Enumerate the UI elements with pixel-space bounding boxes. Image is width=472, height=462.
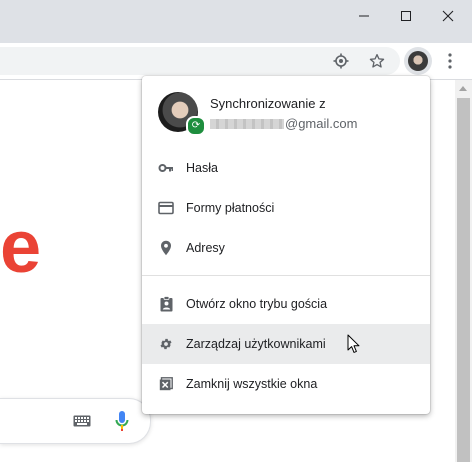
menu-separator xyxy=(142,275,430,276)
scrollbar-thumb[interactable] xyxy=(457,98,470,462)
more-vert-icon xyxy=(448,53,452,69)
location-pin-icon xyxy=(158,240,174,256)
menu-item-label: Hasła xyxy=(186,161,218,175)
gear-icon xyxy=(158,336,174,352)
mouse-cursor-icon xyxy=(347,334,360,353)
scroll-up-arrow-icon[interactable] xyxy=(459,86,467,91)
sync-email: @gmail.com xyxy=(210,116,357,131)
menu-item-addresses[interactable]: Adresy xyxy=(142,228,430,268)
minimize-button[interactable] xyxy=(342,0,386,32)
guest-badge-icon xyxy=(158,296,174,312)
maximize-icon xyxy=(401,11,411,21)
minimize-icon xyxy=(359,15,369,17)
key-icon xyxy=(158,160,174,176)
menu-item-manage-users[interactable]: Zarządzaj użytkownikami xyxy=(142,324,430,364)
menu-item-label: Adresy xyxy=(186,241,225,255)
menu-item-label: Zamknij wszystkie okna xyxy=(186,377,318,391)
bookmark-star-button[interactable] xyxy=(365,49,389,73)
email-domain: @gmail.com xyxy=(285,116,358,131)
avatar xyxy=(408,51,428,71)
browser-toolbar xyxy=(0,43,472,80)
sync-title: Synchronizowanie z xyxy=(210,96,326,111)
menu-item-passwords[interactable]: Hasła xyxy=(142,148,430,188)
menu-item-guest-window[interactable]: Otwórz okno trybu gościa xyxy=(142,284,430,324)
menu-item-payment-methods[interactable]: Formy płatności xyxy=(142,188,430,228)
location-target-icon xyxy=(333,53,349,69)
microphone-icon[interactable] xyxy=(115,410,129,437)
keyboard-icon[interactable] xyxy=(73,414,91,432)
close-button[interactable] xyxy=(426,0,470,32)
menu-item-label: Formy płatności xyxy=(186,201,275,215)
sync-icon: ⟳ xyxy=(186,116,206,136)
star-icon xyxy=(369,54,385,68)
more-menu-button[interactable] xyxy=(438,49,462,73)
close-window-icon xyxy=(158,376,174,392)
credit-card-icon xyxy=(158,200,174,216)
sync-header[interactable]: ⟳ Synchronizowanie z @gmail.com xyxy=(142,76,430,152)
location-target-button[interactable] xyxy=(329,49,353,73)
menu-item-close-all-windows[interactable]: Zamknij wszystkie okna xyxy=(142,364,430,404)
page-scrollbar[interactable] xyxy=(455,80,472,462)
email-redacted-blur xyxy=(210,118,284,129)
window-titlebar xyxy=(0,0,472,43)
close-icon xyxy=(442,10,454,22)
profile-button[interactable] xyxy=(404,47,432,75)
menu-item-label: Otwórz okno trybu gościa xyxy=(186,297,328,311)
google-logo-fragment: e xyxy=(0,205,42,288)
search-box[interactable] xyxy=(0,398,151,444)
maximize-button[interactable] xyxy=(384,0,428,32)
menu-item-label: Zarządzaj użytkownikami xyxy=(186,337,326,351)
profile-menu: ⟳ Synchronizowanie z @gmail.com Hasła Fo… xyxy=(142,76,430,414)
